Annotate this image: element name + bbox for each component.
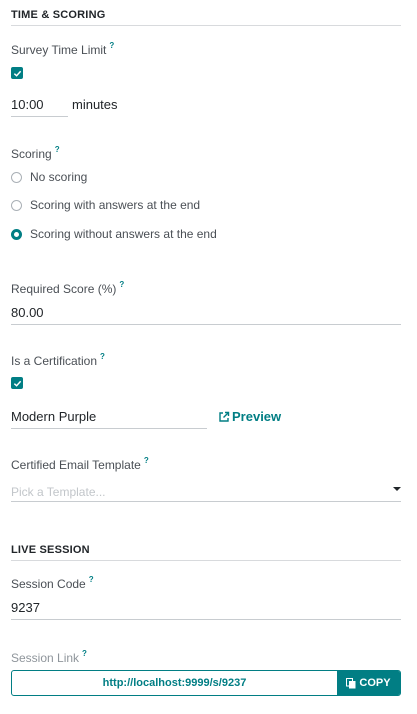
external-link-icon: [219, 411, 230, 422]
session-link-text: Session Link: [11, 651, 80, 665]
radio-icon[interactable]: [11, 199, 22, 211]
checkmark-icon: [13, 380, 21, 387]
session-link-field: http://localhost:9999/s/9237 COPY: [11, 670, 401, 696]
session-link-label: Session Link?: [11, 649, 87, 665]
time-unit-label: minutes: [72, 97, 118, 112]
scoring-option-label: No scoring: [30, 170, 88, 184]
is-certification-label: Is a Certification?: [11, 352, 105, 368]
scoring-option-no-scoring[interactable]: No scoring: [11, 170, 87, 184]
certification-template-select[interactable]: Modern Purple: [11, 409, 207, 429]
scoring-label: Scoring?: [11, 145, 60, 161]
session-link-url[interactable]: http://localhost:9999/s/9237: [12, 671, 337, 695]
email-template-text: Certified Email Template: [11, 458, 141, 472]
survey-time-limit-label: Survey Time Limit?: [11, 41, 114, 57]
session-code-input[interactable]: 9237: [11, 600, 401, 620]
scoring-option-label: Scoring with answers at the end: [30, 198, 201, 212]
scoring-option-label: Scoring without answers at the end: [30, 227, 217, 241]
required-score-label: Required Score (%)?: [11, 280, 124, 296]
help-icon[interactable]: ?: [55, 145, 60, 154]
help-icon[interactable]: ?: [109, 41, 114, 50]
required-score-input[interactable]: 80.00: [11, 305, 401, 325]
survey-time-limit-checkbox[interactable]: [11, 67, 23, 79]
email-template-placeholder: Pick a Template...: [11, 485, 106, 499]
radio-icon[interactable]: [11, 171, 22, 183]
radio-selected-icon[interactable]: [11, 228, 22, 240]
survey-time-limit-text: Survey Time Limit: [11, 43, 107, 57]
help-icon[interactable]: ?: [89, 575, 94, 584]
email-template-label: Certified Email Template?: [11, 456, 149, 472]
section-title-live-session: LIVE SESSION: [11, 544, 401, 561]
scoring-option-without-answers[interactable]: Scoring without answers at the end: [11, 227, 217, 241]
help-icon[interactable]: ?: [119, 280, 124, 289]
checkmark-icon: [13, 70, 21, 77]
session-code-label: Session Code?: [11, 575, 94, 591]
copy-button[interactable]: COPY: [337, 671, 400, 695]
preview-label: Preview: [232, 409, 282, 424]
time-limit-input[interactable]: 10:00: [11, 97, 68, 117]
caret-down-icon[interactable]: [393, 487, 401, 491]
copy-label: COPY: [359, 677, 391, 689]
session-code-text: Session Code: [11, 577, 86, 591]
help-icon[interactable]: ?: [144, 456, 149, 465]
copy-icon: [346, 677, 356, 688]
email-template-select[interactable]: Pick a Template...: [11, 483, 401, 502]
scoring-text: Scoring: [11, 147, 52, 161]
is-certification-text: Is a Certification: [11, 354, 98, 368]
help-icon[interactable]: ?: [100, 352, 105, 361]
help-icon[interactable]: ?: [82, 649, 87, 658]
section-title-time-scoring: TIME & SCORING: [11, 9, 401, 26]
preview-link[interactable]: Preview: [218, 409, 281, 424]
required-score-text: Required Score (%): [11, 282, 117, 296]
scoring-option-with-answers[interactable]: Scoring with answers at the end: [11, 198, 200, 212]
is-certification-checkbox[interactable]: [11, 377, 23, 389]
